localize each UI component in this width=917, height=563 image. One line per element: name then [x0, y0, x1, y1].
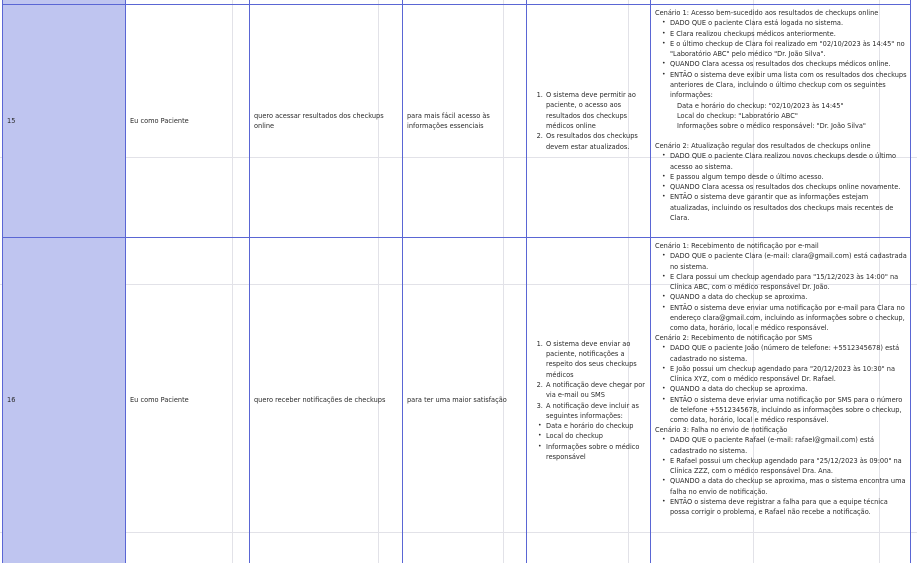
criteria-item: Os resultados dos checkups devem estar a… [545, 131, 646, 152]
action-cell: quero acessar resultados dos checkups on… [250, 5, 403, 237]
scenario-item: E João possui um checkup agendado para "… [662, 364, 908, 385]
benefit-text: para mais fácil acesso às informações es… [407, 111, 490, 130]
scenario-list: DADO QUE o paciente Clara (e-mail: clara… [655, 251, 908, 333]
scenario-item: ENTÃO o sistema deve registrar a falha p… [662, 497, 908, 518]
criteria-bullet: Data e horário do checkup [538, 421, 646, 432]
benefit-cell: para ter uma maior satisfação [403, 238, 527, 563]
scenario-item: E Rafael possui um checkup agendado para… [662, 456, 908, 477]
row-id: 16 [7, 396, 16, 405]
scenario-item: ENTÃO o sistema deve garantir que as inf… [662, 192, 908, 223]
scenario-detail: Data e horário do checkup: "02/10/2023 à… [677, 101, 844, 110]
criteria-list: O sistema deve permitir ao paciente, o a… [531, 90, 646, 152]
scenario-block: Cenário 2: Atualização regular dos resul… [655, 141, 908, 223]
persona-cell: Eu como Paciente [126, 5, 250, 237]
scenario-item: DADO QUE o paciente João (número de tele… [662, 343, 908, 364]
persona-text: Eu como Paciente [130, 396, 189, 405]
criteria-item: O sistema deve enviar ao paciente, notif… [545, 339, 646, 380]
scenario-block: Cenário 1: Acesso bem-sucedido aos resul… [655, 8, 908, 132]
action-cell: quero receber notificações de checkups [250, 238, 403, 563]
scenario-item: ENTÃO o sistema deve enviar uma notifica… [662, 395, 908, 426]
scenario-item: E o último checkup de Clara foi realizad… [662, 39, 908, 60]
scenario-title: Cenário 1: Acesso bem-sucedido aos resul… [655, 9, 879, 17]
criteria-bullet: Informações sobre o médico responsável [538, 442, 646, 463]
persona-cell: Eu como Paciente [126, 238, 250, 563]
scenario-item: DADO QUE o paciente Clara (e-mail: clara… [662, 251, 908, 272]
criteria-bullet: Local do checkup [538, 431, 646, 442]
scenario-block: Cenário 1: Recebimento de notificação po… [655, 241, 908, 334]
scenario-item: DADO QUE o paciente Clara realizou novos… [662, 151, 908, 172]
scenario-item: QUANDO Clara acessa os resultados dos ch… [662, 182, 908, 193]
criteria-item: O sistema deve permitir ao paciente, o a… [545, 90, 646, 131]
id-cell: 15 [2, 5, 126, 237]
scenario-item: QUANDO a data do checkup se aproxima. [662, 292, 908, 303]
scenarios-cell: Cenário 1: Acesso bem-sucedido aos resul… [651, 5, 911, 237]
scenario-list: DADO QUE o paciente Rafael (e-mail: rafa… [655, 435, 908, 517]
scenario-block: Cenário 2: Recebimento de notificação po… [655, 333, 908, 426]
criteria-cell: O sistema deve permitir ao paciente, o a… [527, 5, 651, 237]
scenario-list: DADO QUE o paciente Clara está logada no… [655, 18, 908, 100]
scenario-item: DADO QUE o paciente Rafael (e-mail: rafa… [662, 435, 908, 456]
scenario-item: QUANDO a data do checkup se aproxima. [662, 384, 908, 395]
scenario-item: E Clara realizou checkups médicos anteri… [662, 29, 908, 40]
scenario-title: Cenário 2: Atualização regular dos resul… [655, 142, 871, 150]
benefit-cell: para mais fácil acesso às informações es… [403, 5, 527, 237]
benefit-text: para ter uma maior satisfação [407, 396, 507, 405]
scenario-title: Cenário 3: Falha no envio de notificação [655, 426, 788, 434]
scenario-detail: Informações sobre o médico responsável: … [677, 122, 866, 131]
id-cell: 16 [2, 238, 126, 563]
scenario-item: QUANDO a data do checkup se aproxima, ma… [662, 476, 908, 497]
action-text: quero acessar resultados dos checkups on… [254, 111, 384, 130]
persona-text: Eu como Paciente [130, 116, 189, 125]
scenario-title: Cenário 1: Recebimento de notificação po… [655, 242, 819, 250]
scenario-block: Cenário 3: Falha no envio de notificação… [655, 425, 908, 518]
criteria-bullets: Data e horário do checkup Local do check… [531, 421, 646, 462]
scenario-list: DADO QUE o paciente João (número de tele… [655, 343, 908, 425]
scenario-item: DADO QUE o paciente Clara está logada no… [662, 18, 908, 29]
row-id: 15 [7, 116, 16, 125]
scenario-list: DADO QUE o paciente Clara realizou novos… [655, 151, 908, 223]
table-row: 16 Eu como Paciente quero receber notifi… [2, 238, 911, 563]
action-text: quero receber notificações de checkups [254, 396, 386, 405]
scenario-item: E Clara possui um checkup agendado para … [662, 272, 908, 293]
criteria-item: A notificação deve incluir as seguintes … [545, 401, 646, 422]
scenarios-cell: Cenário 1: Recebimento de notificação po… [651, 238, 911, 563]
criteria-cell: O sistema deve enviar ao paciente, notif… [527, 238, 651, 563]
table-row: 15 Eu como Paciente quero acessar result… [2, 5, 911, 237]
criteria-item: A notificação deve chegar por via e-mail… [545, 380, 646, 401]
scenario-title: Cenário 2: Recebimento de notificação po… [655, 334, 813, 342]
scenario-item: ENTÃO o sistema deve enviar uma notifica… [662, 303, 908, 334]
scenario-item: ENTÃO o sistema deve exibir uma lista co… [662, 70, 908, 101]
criteria-list: O sistema deve enviar ao paciente, notif… [531, 339, 646, 421]
scenario-item: QUANDO Clara acessa os resultados dos ch… [662, 59, 908, 70]
scenario-item: E passou algum tempo desde o último aces… [662, 172, 908, 183]
scenario-detail: Local do checkup: "Laboratório ABC" [677, 111, 798, 120]
